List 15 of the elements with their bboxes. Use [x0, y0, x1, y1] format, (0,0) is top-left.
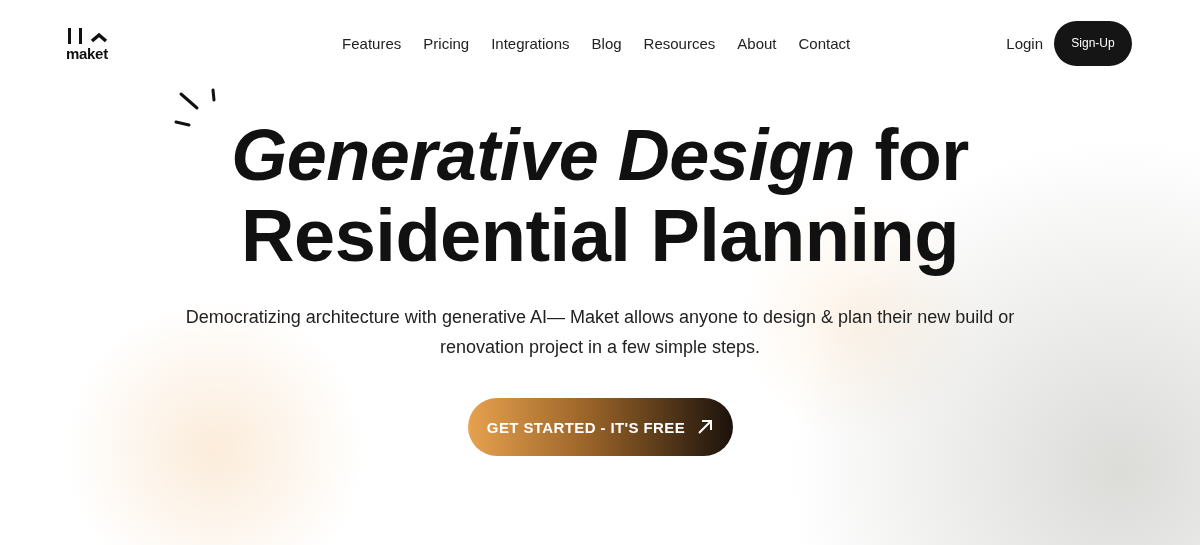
nav-link[interactable]: Blog [591, 34, 622, 52]
nav-link[interactable]: Features [342, 34, 402, 52]
signup-button[interactable]: Sign-Up [1054, 20, 1132, 66]
login-link[interactable]: Login [1006, 34, 1043, 52]
nav-link[interactable]: Resources [643, 34, 716, 52]
nav-link[interactable]: Integrations [491, 34, 570, 52]
headline: Residential Planning [241, 194, 959, 278]
logo-text: maket [66, 45, 108, 61]
nav-link[interactable]: Contact [798, 34, 851, 52]
headline: Generative Design for [231, 116, 969, 194]
nav-link[interactable]: Pricing [423, 34, 470, 52]
nav-link[interactable]: About [737, 34, 777, 52]
arrow-icon [697, 419, 714, 435]
subtitle: Democratizing architecture with generative AI— Maket allows anyone to design & plan their new build or renovation project in a few simple steps. [184, 306, 1016, 359]
get-started-button[interactable]: GET STARTED - IT'S FREE [467, 398, 733, 456]
